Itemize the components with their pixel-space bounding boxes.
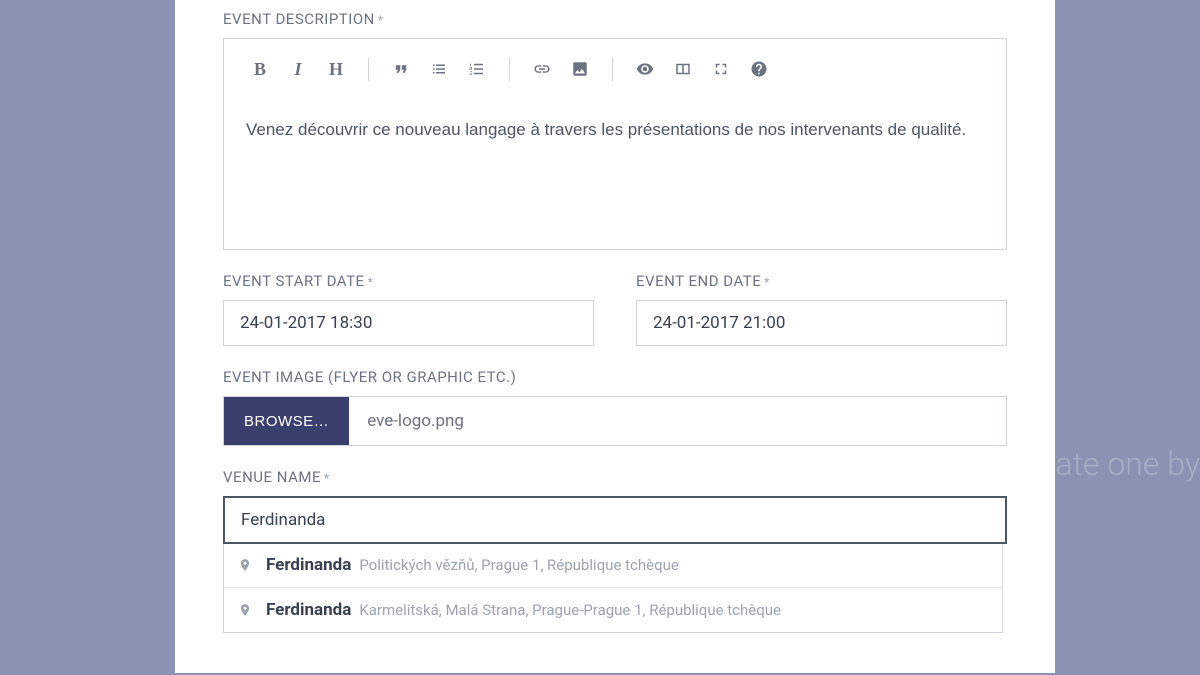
required-asterisk: *	[324, 471, 330, 485]
image-button[interactable]	[564, 53, 596, 85]
autocomplete-name: Ferdinanda	[266, 555, 351, 575]
bold-button[interactable]: B	[244, 53, 276, 85]
quote-button[interactable]	[385, 53, 417, 85]
file-input-row: BROWSE… eve-logo.png	[223, 396, 1007, 446]
browse-button[interactable]: BROWSE…	[224, 397, 349, 445]
event-form-card: EVENT DESCRIPTION* B I H	[175, 0, 1055, 673]
required-asterisk: *	[764, 275, 770, 289]
start-date-input[interactable]	[223, 300, 594, 346]
editor-content[interactable]: Venez découvrir ce nouveau langage à tra…	[224, 99, 1006, 249]
autocomplete-address: Politických vězňů, Prague 1, République …	[359, 556, 679, 574]
date-row: EVENT START DATE* EVENT END DATE*	[223, 272, 1007, 368]
ordered-list-button[interactable]	[461, 53, 493, 85]
image-label: EVENT IMAGE (FLYER OR GRAPHIC ETC.)	[223, 368, 1007, 386]
start-date-group: EVENT START DATE*	[223, 272, 594, 346]
editor-toolbar: B I H	[224, 39, 1006, 99]
toolbar-divider	[612, 57, 613, 81]
end-date-label: EVENT END DATE*	[636, 272, 1007, 290]
map-pin-icon	[238, 600, 252, 620]
end-date-input[interactable]	[636, 300, 1007, 346]
image-group: EVENT IMAGE (FLYER OR GRAPHIC ETC.) BROW…	[223, 368, 1007, 446]
venue-label: VENUE NAME*	[223, 468, 1007, 486]
description-group: EVENT DESCRIPTION* B I H	[223, 10, 1007, 250]
required-asterisk: *	[368, 275, 374, 289]
link-button[interactable]	[526, 53, 558, 85]
description-label: EVENT DESCRIPTION*	[223, 10, 1007, 28]
venue-input[interactable]	[223, 496, 1007, 544]
side-by-side-button[interactable]	[667, 53, 699, 85]
autocomplete-item[interactable]: Ferdinanda Politických vězňů, Prague 1, …	[224, 543, 1002, 588]
autocomplete-dropdown: Ferdinanda Politických vězňů, Prague 1, …	[223, 543, 1003, 633]
file-name-display: eve-logo.png	[349, 397, 1006, 445]
autocomplete-address: Karmelitská, Malá Strana, Prague-Prague …	[359, 601, 781, 619]
map-pin-icon	[238, 555, 252, 575]
end-date-group: EVENT END DATE*	[636, 272, 1007, 346]
help-button[interactable]	[743, 53, 775, 85]
start-date-label: EVENT START DATE*	[223, 272, 594, 290]
heading-button[interactable]: H	[320, 53, 352, 85]
preview-button[interactable]	[629, 53, 661, 85]
rich-text-editor: B I H	[223, 38, 1007, 250]
required-asterisk: *	[378, 13, 384, 27]
unordered-list-button[interactable]	[423, 53, 455, 85]
fullscreen-button[interactable]	[705, 53, 737, 85]
autocomplete-name: Ferdinanda	[266, 600, 351, 620]
background-text: ate one by	[1056, 445, 1200, 483]
italic-button[interactable]: I	[282, 53, 314, 85]
toolbar-divider	[368, 57, 369, 81]
venue-group: VENUE NAME* Ferdinanda Politických vězňů…	[223, 468, 1007, 633]
toolbar-divider	[509, 57, 510, 81]
autocomplete-item[interactable]: Ferdinanda Karmelitská, Malá Strana, Pra…	[224, 588, 1002, 632]
